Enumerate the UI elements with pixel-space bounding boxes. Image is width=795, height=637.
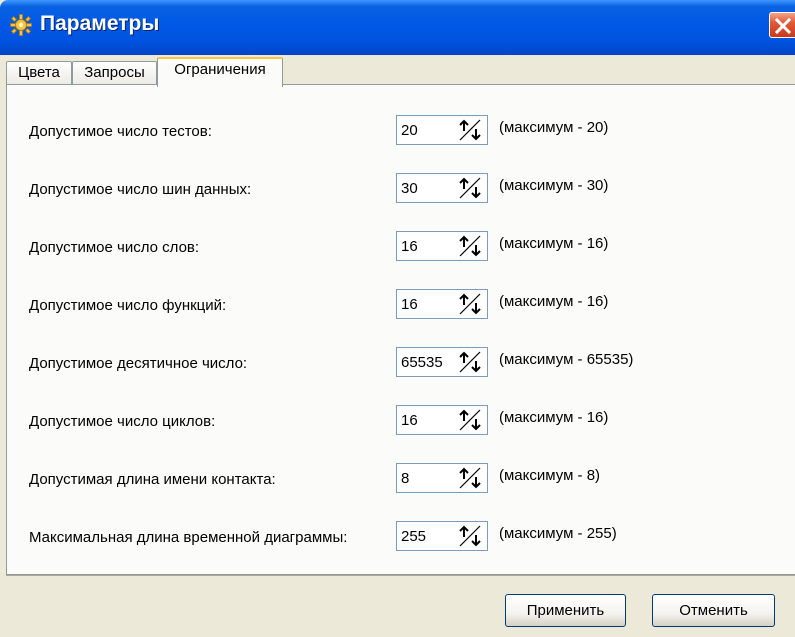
spin-value: 30 [401,180,418,197]
up-down-arrows-icon[interactable] [455,176,485,200]
up-down-arrows-icon[interactable] [455,466,485,490]
up-down-arrows-icon[interactable] [455,524,485,548]
limit-max-note: (максимум - 20) [499,119,609,136]
limit-max-note: (максимум - 65535) [499,351,634,368]
tab-limits[interactable]: Ограничения [157,57,283,87]
cancel-button[interactable]: Отменить [652,594,775,627]
limit-label: Допустимое число тестов: [29,123,212,140]
spin-value: 255 [401,528,427,545]
limit-max-note: (максимум - 16) [499,293,609,310]
up-down-arrows-icon[interactable] [455,234,485,258]
title-bar: Параметры [0,0,795,55]
limit-row-data-buses: Допустимое число шин данных: 30 (максиму… [7,173,795,203]
cycles-spinbox[interactable]: 16 [396,405,488,435]
limit-row-timing-diagram: Максимальная длина временной диаграммы: … [7,521,795,551]
tab-queries[interactable]: Запросы [72,61,157,84]
limit-max-note: (максимум - 30) [499,177,609,194]
decimal-spinbox[interactable]: 65535 [396,347,488,377]
spin-value: 16 [401,238,418,255]
spin-value: 16 [401,412,418,429]
timing-diagram-spinbox[interactable]: 255 [396,521,488,551]
spin-value: 8 [401,470,410,487]
limit-row-words: Допустимое число слов: 16 (максимум - 16… [7,231,795,261]
limit-label: Максимальная длина временной диаграммы: [29,529,348,546]
limit-max-note: (максимум - 255) [499,525,617,542]
limit-max-note: (максимум - 8) [499,467,601,484]
up-down-arrows-icon[interactable] [455,408,485,432]
tab-label: Цвета [18,64,60,81]
limit-label: Допустимое десятичное число: [29,355,248,372]
close-button[interactable] [769,12,795,38]
up-down-arrows-icon[interactable] [455,292,485,316]
gear-icon [10,14,32,36]
data-buses-spinbox[interactable]: 30 [396,173,488,203]
limit-row-contact-name: Допустимая длина имени контакта: 8 (макс… [7,463,795,493]
close-icon [774,17,792,35]
window-title: Параметры [40,12,160,35]
contact-name-spinbox[interactable]: 8 [396,463,488,493]
limit-max-note: (максимум - 16) [499,409,609,426]
tab-label: Запросы [84,64,145,81]
limit-label: Допустимое число слов: [29,239,200,256]
limit-label: Допустимое число циклов: [29,413,216,430]
limit-max-note: (максимум - 16) [499,235,609,252]
limit-row-decimal: Допустимое десятичное число: 65535 (макс… [7,347,795,377]
limits-panel: Допустимое число тестов: 20 (максимум - … [6,84,795,575]
limit-row-cycles: Допустимое число циклов: 16 (максимум - … [7,405,795,435]
limit-row-tests: Допустимое число тестов: 20 (максимум - … [7,115,795,145]
tests-spinbox[interactable]: 20 [396,115,488,145]
limit-row-functions: Допустимое число функций: 16 (максимум -… [7,289,795,319]
limit-label: Допустимое число функций: [29,297,227,314]
spin-value: 20 [401,122,418,139]
tab-label: Ограничения [174,61,266,78]
up-down-arrows-icon[interactable] [455,350,485,374]
up-down-arrows-icon[interactable] [455,118,485,142]
apply-button[interactable]: Применить [505,594,626,627]
limit-label: Допустимая длина имени контакта: [29,471,276,488]
words-spinbox[interactable]: 16 [396,231,488,261]
tab-colors[interactable]: Цвета [6,61,72,84]
spin-value: 16 [401,296,418,313]
tab-strip: Цвета Запросы Ограничения [6,55,795,87]
functions-spinbox[interactable]: 16 [396,289,488,319]
limit-label: Допустимое число шин данных: [29,181,252,198]
footer-divider [6,575,795,576]
spin-value: 65535 [401,354,443,371]
